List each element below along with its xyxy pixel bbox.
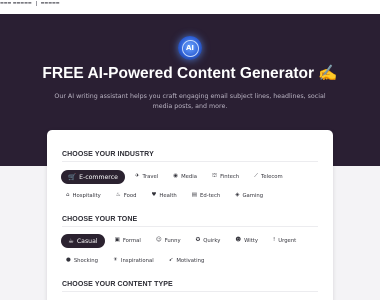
chip-label: Quirky bbox=[203, 237, 221, 244]
industry-option-hospitality[interactable]: ⌂ Hospitality bbox=[61, 189, 106, 202]
tone-option-formal[interactable]: ▣ Formal bbox=[109, 234, 146, 247]
chip-label: Ed-tech bbox=[199, 192, 221, 199]
heart-icon: ♥ bbox=[151, 191, 157, 198]
book-icon: ▤ bbox=[191, 191, 197, 198]
witty-icon: ☻ bbox=[235, 236, 242, 243]
cart-icon: 🛒 bbox=[68, 172, 77, 181]
industry-section-title: CHOOSE YOUR INDUSTRY bbox=[62, 151, 154, 158]
chip-label: Motivating bbox=[176, 257, 205, 264]
plane-icon: ✈ bbox=[134, 172, 140, 179]
tone-option-urgent[interactable]: ! Urgent bbox=[268, 234, 302, 247]
bank-icon: ⛫ bbox=[212, 172, 218, 179]
industry-option-gaming[interactable]: ◈ Gaming bbox=[230, 189, 269, 202]
chip-label: Witty bbox=[244, 237, 259, 244]
tone-option-quirky[interactable]: ✪ Quirky bbox=[190, 234, 226, 247]
rocket-icon: ➹ bbox=[168, 256, 174, 263]
tone-section-title: CHOOSE YOUR TONE bbox=[62, 216, 138, 223]
chip-label: Gaming bbox=[242, 192, 264, 199]
divider bbox=[62, 161, 318, 162]
chip-label: E-commerce bbox=[79, 173, 118, 181]
industry-option-media[interactable]: ◉ Media bbox=[168, 170, 202, 183]
media-icon: ◉ bbox=[173, 172, 179, 179]
chip-label: Casual bbox=[76, 237, 98, 245]
chip-label: Urgent bbox=[278, 237, 297, 244]
chip-label: Health bbox=[159, 192, 177, 199]
industry-option-ed-tech[interactable]: ▤ Ed-tech bbox=[186, 189, 226, 202]
tone-option-casual[interactable]: ☕ Casual bbox=[61, 234, 105, 248]
divider bbox=[62, 291, 318, 292]
brand-logo[interactable]: ▬▬▬ ▬▬▬▬▬ ▬▬▬▬▬ bbox=[0, 0, 70, 6]
industry-option-food[interactable]: ♨ Food bbox=[110, 189, 142, 202]
industry-option-travel[interactable]: ✈ Travel bbox=[129, 170, 164, 183]
chip-label: Travel bbox=[142, 173, 159, 180]
food-icon: ♨ bbox=[115, 191, 121, 198]
generator-card: CHOOSE YOUR INDUSTRY 🛒 E-commerce ✈ Travel ◉… bbox=[47, 130, 333, 300]
inspire-icon: ☀ bbox=[112, 256, 118, 263]
industry-chip-row: ⌂ Hospitality ♨ Food ♥ Health ▤ Ed-tech ◈ Gaming bbox=[61, 189, 269, 202]
chip-label: Hospitality bbox=[72, 192, 101, 199]
hotel-icon: ⌂ bbox=[66, 191, 70, 198]
quirky-icon: ✪ bbox=[195, 236, 201, 243]
chip-label: Shocking bbox=[73, 257, 98, 264]
chip-label: Inspirational bbox=[120, 257, 154, 264]
chip-label: Telecom bbox=[261, 173, 283, 180]
content-type-section-title: CHOOSE YOUR CONTENT TYPE bbox=[62, 281, 173, 288]
briefcase-icon: ▣ bbox=[114, 236, 120, 243]
tone-option-motivating[interactable]: ➹ Motivating bbox=[163, 254, 210, 267]
tone-option-witty[interactable]: ☻ Witty bbox=[230, 234, 264, 247]
tone-chip-row: ☕ Casual ▣ Formal ☺ Funny ✪ Quirky ☻ Witty! Urgent bbox=[61, 234, 302, 248]
laugh-icon: ☺ bbox=[155, 236, 162, 243]
industry-option-telecom[interactable]: ⟋ Telecom bbox=[249, 170, 288, 183]
chip-label: Fintech bbox=[220, 173, 240, 180]
casual-icon: ☕ bbox=[68, 236, 74, 245]
alert-icon: ! bbox=[273, 236, 276, 243]
tone-option-inspirational[interactable]: ☀ Inspirational bbox=[107, 254, 159, 267]
industry-option-e-commerce[interactable]: 🛒 E-commerce bbox=[61, 170, 125, 184]
signal-icon: ⟋ bbox=[254, 172, 259, 179]
ai-brain-icon: AI bbox=[178, 36, 202, 60]
industry-chip-row: 🛒 E-commerce ✈ Travel ◉ Media ⛫ Fintech ⟋ Telecom bbox=[61, 170, 288, 184]
page-subtitle: Our AI writing assistant helps you craft… bbox=[54, 93, 326, 110]
shock-icon: ● bbox=[66, 256, 71, 263]
chip-label: Media bbox=[181, 173, 197, 180]
tone-option-funny[interactable]: ☺ Funny bbox=[150, 234, 186, 247]
chip-label: Formal bbox=[122, 237, 141, 244]
gamepad-icon: ◈ bbox=[235, 191, 240, 198]
chip-label: Food bbox=[123, 192, 137, 199]
page-title: FREE AI-Powered Content Generator ✍️ bbox=[42, 65, 338, 82]
chip-label: Funny bbox=[164, 237, 181, 244]
tone-chip-row: ● Shocking ☀ Inspirational ➹ Motivating bbox=[61, 254, 210, 267]
divider bbox=[62, 226, 318, 227]
industry-option-health[interactable]: ♥ Health bbox=[146, 189, 182, 202]
industry-option-fintech[interactable]: ⛫ Fintech bbox=[207, 170, 245, 183]
tone-option-shocking[interactable]: ● Shocking bbox=[61, 254, 103, 267]
ai-badge-text: AI bbox=[185, 44, 195, 52]
top-nav-bar: ▬▬▬ ▬▬▬▬▬ ▬▬▬▬▬ bbox=[0, 0, 380, 14]
